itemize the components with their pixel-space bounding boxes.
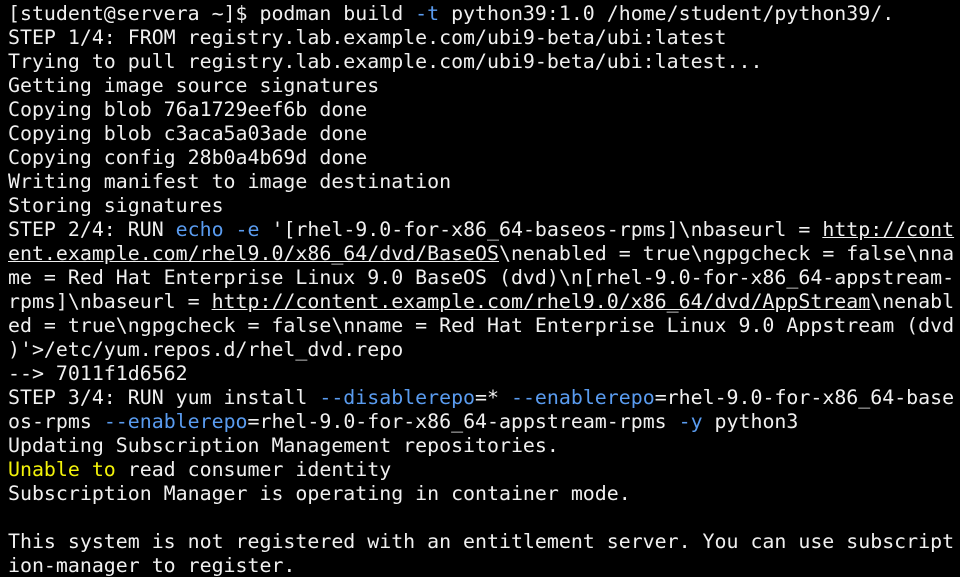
- terminal-text: ion-manager to register.: [8, 554, 296, 577]
- terminal-text: STEP 1/4: FROM registry.lab.example.com/…: [8, 26, 727, 49]
- terminal-line: rpms]\nbaseurl = http://content.example.…: [8, 290, 960, 314]
- terminal-line: STEP 1/4: FROM registry.lab.example.com/…: [8, 26, 960, 50]
- terminal-line: Trying to pull registry.lab.example.com/…: [8, 50, 960, 74]
- terminal-line: ed = true\ngpgcheck = false\nname = Red …: [8, 314, 960, 338]
- terminal-line: Copying blob 76a1729eef6b done: [8, 98, 960, 122]
- terminal-line: [student@servera ~]$ podman build -t pyt…: [8, 2, 960, 26]
- terminal-text: Getting image source signatures: [8, 74, 380, 97]
- terminal-line: Copying config 28b0a4b69d done: [8, 146, 960, 170]
- terminal-text: Subscription Manager is operating in con…: [8, 482, 631, 505]
- terminal-line: --> 7011f1d6562: [8, 362, 960, 386]
- terminal-text: =*: [475, 386, 511, 409]
- terminal-text: Updating Subscription Management reposit…: [8, 434, 559, 457]
- terminal-text: me = Red Hat Enterprise Linux 9.0 BaseOS…: [8, 266, 955, 289]
- terminal-text: -t: [415, 2, 440, 25]
- terminal-text: -e: [235, 218, 260, 241]
- terminal-line: STEP 3/4: RUN yum install --disablerepo=…: [8, 386, 960, 410]
- terminal-text: Copying blob c3aca5a03ade done: [8, 122, 368, 145]
- terminal-line: STEP 2/4: RUN echo -e '[rhel-9.0-for-x86…: [8, 218, 960, 242]
- terminal-text: STEP 3/4: RUN yum install: [8, 386, 320, 409]
- terminal-text: ed = true\ngpgcheck = false\nname = Red …: [8, 314, 955, 337]
- terminal-text: -y: [678, 410, 703, 433]
- terminal-text: =rhel-9.0-for-x86_64-appstream-rpms: [247, 410, 679, 433]
- terminal-line: )'>/etc/yum.repos.d/rhel_dvd.repo: [8, 338, 960, 362]
- terminal-text: --> 7011f1d6562: [8, 362, 188, 385]
- terminal-output: [student@servera ~]$ podman build -t pyt…: [8, 2, 960, 577]
- terminal-line: Unable to read consumer identity: [8, 458, 960, 482]
- terminal-url[interactable]: http://cont: [822, 218, 954, 241]
- terminal-line: Storing signatures: [8, 194, 960, 218]
- terminal-text: --disablerepo: [319, 386, 476, 409]
- terminal-url[interactable]: ent.example.com/rhel9.0/x86_64/dvd/BaseO…: [8, 242, 499, 265]
- terminal-text: Unable to: [8, 458, 116, 481]
- terminal-text: --enablerepo: [103, 410, 248, 433]
- terminal-line: Subscription Manager is operating in con…: [8, 482, 960, 506]
- terminal-text: echo: [175, 218, 224, 241]
- terminal-window[interactable]: [student@servera ~]$ podman build -t pyt…: [0, 0, 960, 577]
- terminal-text: Storing signatures: [8, 194, 224, 217]
- terminal-line: os-rpms --enablerepo=rhel-9.0-for-x86_64…: [8, 410, 960, 434]
- terminal-text: STEP 2/4: RUN: [8, 218, 176, 241]
- terminal-text: Writing manifest to image destination: [8, 170, 452, 193]
- terminal-text: )'>/etc/yum.repos.d/rhel_dvd.repo: [8, 338, 404, 361]
- terminal-text: Trying to pull registry.lab.example.com/…: [8, 50, 763, 73]
- terminal-text: read consumer identity: [115, 458, 392, 481]
- terminal-line: This system is not registered with an en…: [8, 530, 960, 554]
- terminal-text: python39:1.0 /home/student/python39/.: [439, 2, 895, 25]
- terminal-line: ent.example.com/rhel9.0/x86_64/dvd/BaseO…: [8, 242, 960, 266]
- terminal-text: =rhel-9.0-for-x86_64-base: [654, 386, 955, 409]
- terminal-line: Getting image source signatures: [8, 74, 960, 98]
- terminal-line: me = Red Hat Enterprise Linux 9.0 BaseOS…: [8, 266, 960, 290]
- terminal-text: os-rpms: [8, 410, 104, 433]
- terminal-text: Copying blob 76a1729eef6b done: [8, 98, 368, 121]
- terminal-text: [student@servera ~]$ podman build: [8, 2, 416, 25]
- terminal-line: Copying blob c3aca5a03ade done: [8, 122, 960, 146]
- terminal-text: Copying config 28b0a4b69d done: [8, 146, 368, 169]
- terminal-text: This system is not registered with an en…: [8, 530, 955, 553]
- terminal-url[interactable]: http://content.example.com/rhel9.0/x86_6…: [212, 290, 871, 313]
- terminal-line: Writing manifest to image destination: [8, 170, 960, 194]
- terminal-text: \nenabl: [870, 290, 955, 313]
- terminal-text: rpms]\nbaseurl =: [8, 290, 212, 313]
- terminal-line: Updating Subscription Management reposit…: [8, 434, 960, 458]
- terminal-text: \nenabled = true\ngpgcheck = false\nna: [498, 242, 955, 265]
- terminal-text: '[rhel-9.0-for-x86_64-baseos-rpms]\nbase…: [259, 218, 823, 241]
- terminal-text: python3: [702, 410, 799, 433]
- terminal-line: ion-manager to register.: [8, 554, 960, 577]
- terminal-text: --enablerepo: [510, 386, 655, 409]
